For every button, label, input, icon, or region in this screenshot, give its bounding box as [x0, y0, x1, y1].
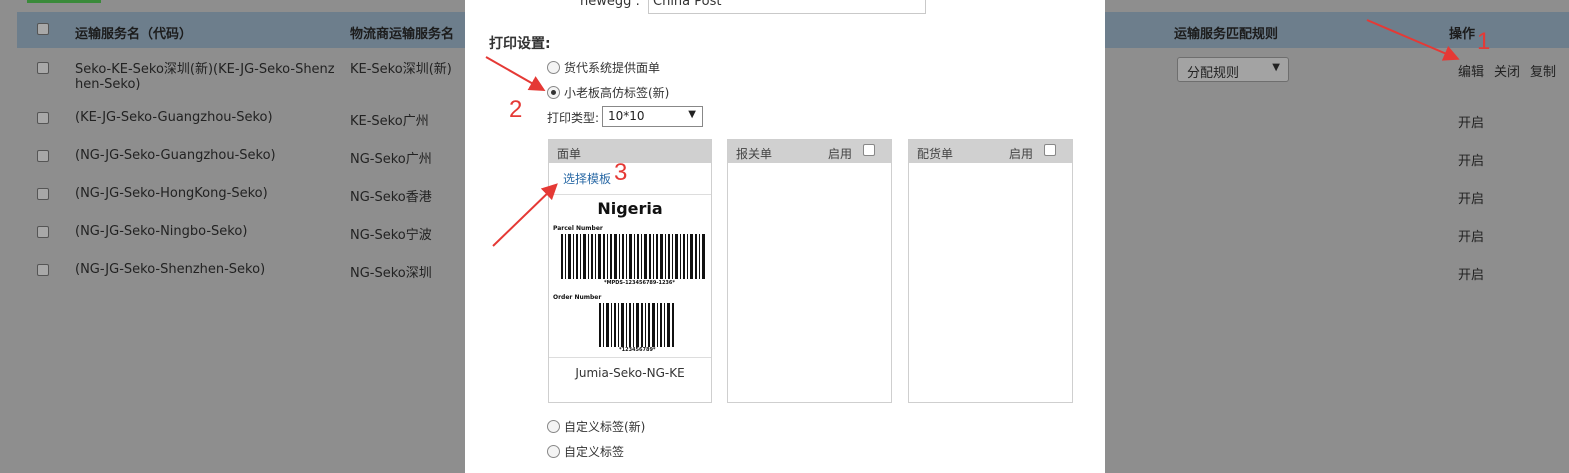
arrow-1-icon [1366, 19, 1460, 61]
arrow-2-icon [485, 56, 546, 91]
annotation-number-1: 1 [1477, 28, 1491, 55]
annotation-number-3: 3 [614, 159, 628, 186]
arrow-3-icon [492, 183, 558, 247]
annotation-number-2: 2 [509, 96, 523, 123]
annotation-arrows [485, 19, 1460, 247]
